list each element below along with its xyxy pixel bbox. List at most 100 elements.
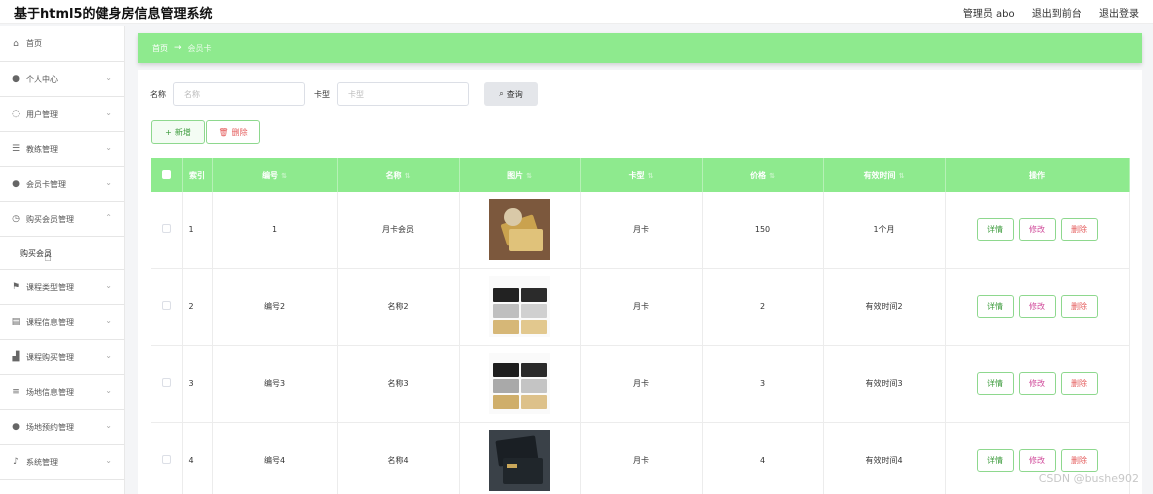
sidebar-item-profile[interactable]: ● 个人中心 ⌄ [0,62,124,97]
member-card-table: 索引 编号 ⇅ 名称 ⇅ 图片 ⇅ 卡型 ⇅ 价格 ⇅ 有效时间 ⇅ 操作 1 1 月卡会员 [151,158,1130,494]
hand-cursor-icon: ☝ [44,250,52,265]
sidebar-item-home[interactable]: ⌂ 首页 [0,26,124,62]
sliders-icon: ☰ [11,144,21,154]
row-select-cell[interactable] [151,192,183,269]
watermark: CSDN @bushe902 [1038,472,1139,485]
row-checkbox[interactable] [161,378,171,387]
user-icon: ● [12,179,20,189]
select-all-cell[interactable] [151,158,183,192]
select-all-checkbox[interactable] [161,169,171,179]
sidebar-item-member-cards[interactable]: ● 会员卡管理 ⌄ [0,167,124,202]
menu-icon: ≡ [12,387,20,397]
row-select-cell[interactable] [151,268,183,346]
column-header: 操作 [945,158,1130,192]
sidebar-item-label: 课程购买管理 [26,352,74,362]
card-thumbnail-image[interactable] [489,430,550,491]
name-search-input[interactable]: 名称 [173,82,305,106]
edit-button[interactable]: 修改 [1018,372,1056,395]
row-checkbox[interactable] [161,455,171,464]
delete-button[interactable]: 删除 [1060,449,1098,472]
column-header[interactable]: 图片 ⇅ [459,158,581,192]
cell-code: 编号4 [212,422,338,494]
add-button[interactable]: + 新增 [151,120,205,144]
chevron-up-icon: ⌃ [105,213,112,222]
sidebar-item-label: 会员卡管理 [26,179,66,189]
type-search-input[interactable]: 卡型 [337,82,469,106]
edit-button[interactable]: 修改 [1018,295,1056,318]
batch-delete-button[interactable]: 🗑 删除 [206,120,260,144]
cell-index: 2 [182,268,213,346]
sidebar-item-venues[interactable]: ≡ 场地信息管理 ⌄ [0,375,124,410]
cell-type: 月卡 [580,268,703,346]
sidebar-item-venue-booking[interactable]: ● 场地预约管理 ⌄ [0,410,124,445]
row-select-cell[interactable] [151,345,183,423]
table-row: 3 编号3 名称3 月卡 3 有效时间3 详情 修改 删除 [151,345,1130,423]
column-header[interactable]: 有效时间 ⇅ [823,158,946,192]
sidebar-item-course-types[interactable]: ⚑ 课程类型管理 ⌄ [0,270,124,305]
delete-button[interactable]: 删除 [1060,295,1098,318]
row-checkbox[interactable] [161,224,171,234]
cell-valid: 有效时间2 [823,268,946,346]
chevron-down-icon: ⌄ [105,108,112,117]
breadcrumb-home[interactable]: 首页 [152,43,168,54]
sidebar-item-course-info[interactable]: ▤ 课程信息管理 ⌄ [0,305,124,340]
chevron-down-icon: ⌄ [105,421,112,430]
cell-price: 3 [702,345,824,423]
card-thumbnail-image[interactable] [489,276,550,337]
sidebar-subitem-buy-member[interactable]: 购买会员 ☝ [0,237,124,270]
row-select-cell[interactable] [151,422,183,494]
top-bar: 基于html5的健身房信息管理系统 管理员 abo 退出到前台 退出登录 [0,0,1153,24]
search-button[interactable]: ⌕ 查询 [484,82,538,106]
detail-button[interactable]: 详情 [976,295,1014,318]
cell-valid: 有效时间3 [823,345,946,423]
table-header-row: 索引 编号 ⇅ 名称 ⇅ 图片 ⇅ 卡型 ⇅ 价格 ⇅ 有效时间 ⇅ 操作 [151,158,1130,192]
breadcrumb: 首页 → 会员卡 [138,33,1142,63]
column-header[interactable]: 价格 ⇅ [702,158,824,192]
sidebar-item-coaches[interactable]: ☰ 教练管理 ⌄ [0,132,124,167]
sort-icon[interactable]: ⇅ [405,172,411,180]
cell-type: 月卡 [580,422,703,494]
sort-icon[interactable]: ⇅ [526,172,532,180]
cell-index: 4 [182,422,213,494]
to-front-link[interactable]: 退出到前台 [1032,9,1082,20]
table-row: 1 1 月卡会员 月卡 150 1个月 详情 修改 删除 [151,192,1130,269]
cell-code: 编号2 [212,268,338,346]
sort-icon[interactable]: ⇅ [769,172,775,180]
edit-button[interactable]: 修改 [1018,449,1056,472]
column-header[interactable]: 编号 ⇅ [212,158,338,192]
sidebar-item-buy-member-mgmt[interactable]: ◷ 购买会员管理 ⌃ [0,202,124,237]
search-row: 名称 名称 卡型 卡型 ⌕ 查询 [150,82,538,106]
detail-button[interactable]: 详情 [976,449,1014,472]
card-thumbnail-image[interactable] [489,353,550,414]
search-button-label: 查询 [506,89,523,99]
sort-icon[interactable]: ⇅ [281,172,287,180]
delete-button[interactable]: 删除 [1060,218,1098,242]
cell-name: 名称2 [337,268,460,346]
row-checkbox[interactable] [161,301,171,310]
chevron-down-icon: ⌄ [105,178,112,187]
sort-icon[interactable]: ⇅ [648,172,654,180]
plus-icon: + [165,127,172,137]
delete-button[interactable]: 删除 [1060,372,1098,395]
column-header[interactable]: 名称 ⇅ [337,158,460,192]
edit-button[interactable]: 修改 [1018,218,1056,242]
cell-type: 月卡 [580,192,703,269]
sidebar-item-course-purchase[interactable]: ▟ 课程购买管理 ⌄ [0,340,124,375]
sidebar-item-users[interactable]: ◌ 用户管理 ⌄ [0,97,124,132]
card-thumbnail-image[interactable] [489,199,550,261]
sidebar-item-label: 用户管理 [26,109,58,119]
cell-price: 150 [702,192,824,269]
cell-price: 2 [702,268,824,346]
name-label: 名称 [150,89,166,99]
chevron-down-icon: ⌄ [105,143,112,152]
detail-button[interactable]: 详情 [976,218,1014,242]
column-header[interactable]: 卡型 ⇅ [580,158,703,192]
sort-icon[interactable]: ⇅ [899,172,905,180]
sidebar-item-system[interactable]: ♪ 系统管理 ⌄ [0,445,124,480]
sidebar-item-label: 购买会员管理 [26,214,74,224]
top-links: 管理员 abo 退出到前台 退出登录 [949,5,1139,20]
clock-icon: ◷ [12,214,20,224]
detail-button[interactable]: 详情 [976,372,1014,395]
logout-link[interactable]: 退出登录 [1099,9,1139,20]
breadcrumb-current: 会员卡 [187,43,212,53]
